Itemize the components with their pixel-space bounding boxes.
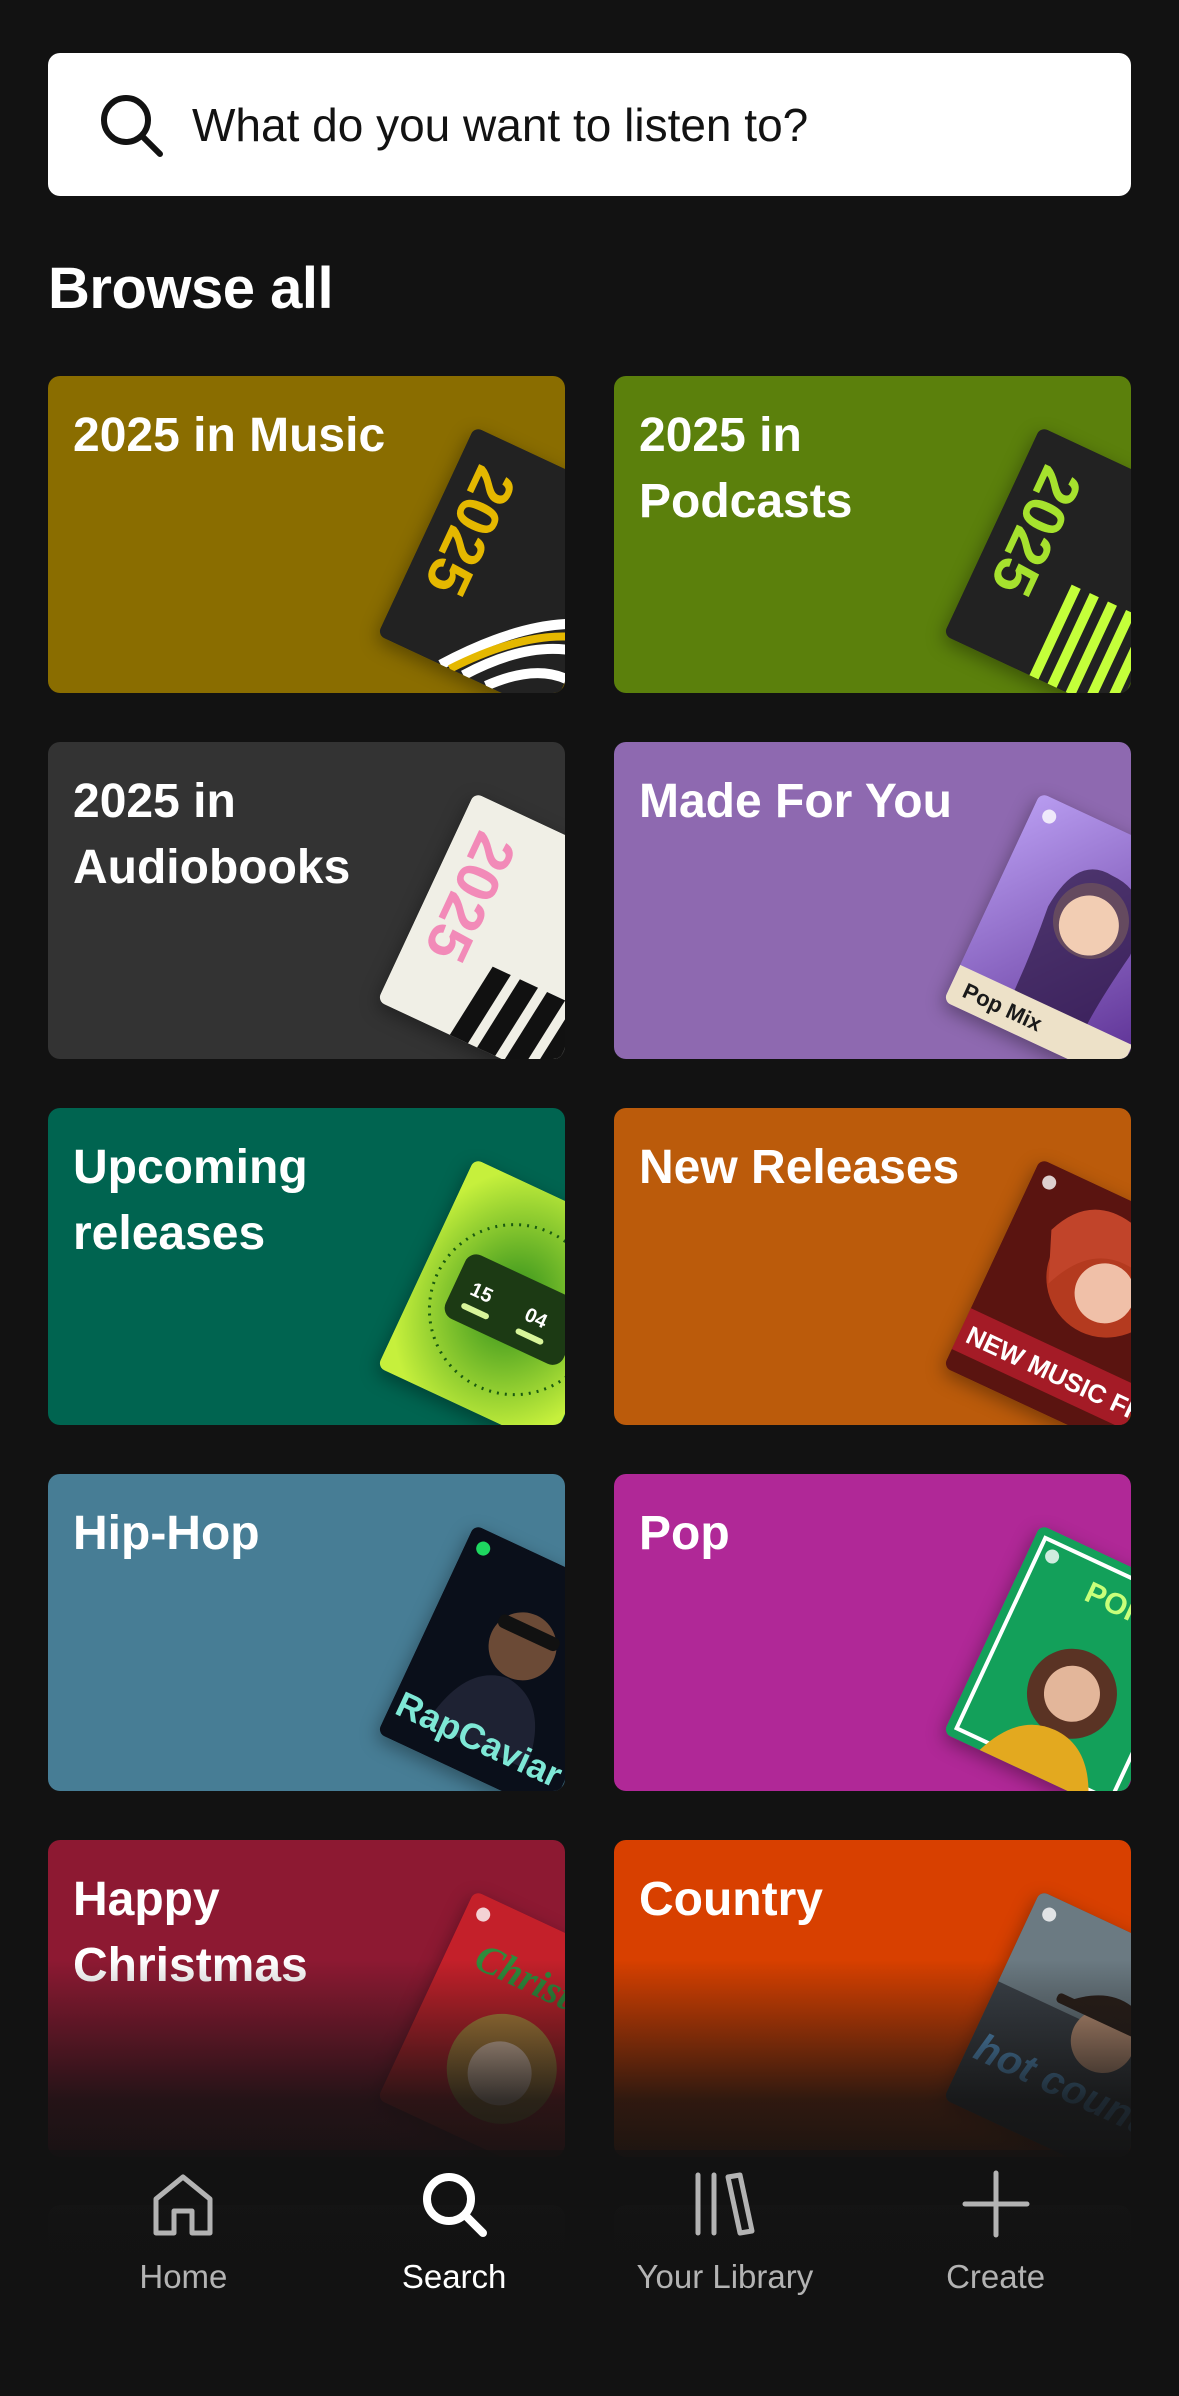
category-card-upcoming-releases[interactable]: Upcoming releases 15 04 — [48, 1108, 565, 1425]
nav-your-library-label: Your Library — [636, 2258, 814, 2295]
nav-search-label: Search — [401, 2258, 507, 2295]
bottom-navigation: Home Search Your Library Create — [0, 2150, 1179, 2396]
category-label: 2025 in Music — [73, 409, 386, 462]
nav-home-label: Home — [139, 2258, 228, 2295]
category-label: Upcoming releases — [73, 1141, 308, 1260]
plus-icon — [956, 2164, 1036, 2244]
category-card-2025-in-audiobooks[interactable]: 2025 in Audiobooks 2025 — [48, 742, 565, 1059]
category-card-new-releases[interactable]: New Releases NEW MUSIC FRIDAY — [614, 1108, 1131, 1425]
search-page: Browse all 2025 in Music 2025 20 — [0, 0, 1179, 2396]
browse-all-heading: Browse all — [48, 256, 334, 321]
category-card-pop[interactable]: Pop POP RISING — [614, 1474, 1131, 1791]
nav-home[interactable]: Home — [68, 2164, 298, 2296]
category-card-happy-christmas[interactable]: Happy Christmas Christmas — [48, 1840, 565, 2157]
search-input[interactable] — [190, 96, 1074, 153]
category-card-hip-hop[interactable]: Hip-Hop RapCaviar — [48, 1474, 565, 1791]
nav-your-library[interactable]: Your Library — [610, 2164, 840, 2296]
nav-create-label: Create — [946, 2258, 1046, 2295]
category-card-2025-in-music[interactable]: 2025 in Music 2025 — [48, 376, 565, 693]
category-card-made-for-you[interactable]: Made For You Pop Mix — [614, 742, 1131, 1059]
category-label: 2025 in Podcasts — [639, 409, 853, 528]
category-label: Happy Christmas — [73, 1873, 308, 1992]
category-grid: 2025 in Music 2025 2025 in Podcasts 2025… — [48, 376, 1131, 2157]
category-card-country[interactable]: Country hot country — [614, 1840, 1131, 2157]
category-label: 2025 in Audiobooks — [73, 775, 351, 894]
nav-search[interactable]: Search — [339, 2164, 569, 2296]
category-label: Country — [639, 1873, 823, 1926]
search-icon — [96, 90, 166, 160]
category-label: Made For You — [639, 775, 952, 828]
category-label: Hip-Hop — [73, 1507, 260, 1560]
search-icon — [414, 2164, 494, 2244]
library-icon — [685, 2164, 765, 2244]
category-label: New Releases — [639, 1141, 960, 1194]
category-card-2025-in-podcasts[interactable]: 2025 in Podcasts 2025 — [614, 376, 1131, 693]
nav-create[interactable]: Create — [881, 2164, 1111, 2296]
search-bar[interactable] — [48, 53, 1131, 196]
home-icon — [143, 2164, 223, 2244]
category-label: Pop — [639, 1507, 730, 1560]
